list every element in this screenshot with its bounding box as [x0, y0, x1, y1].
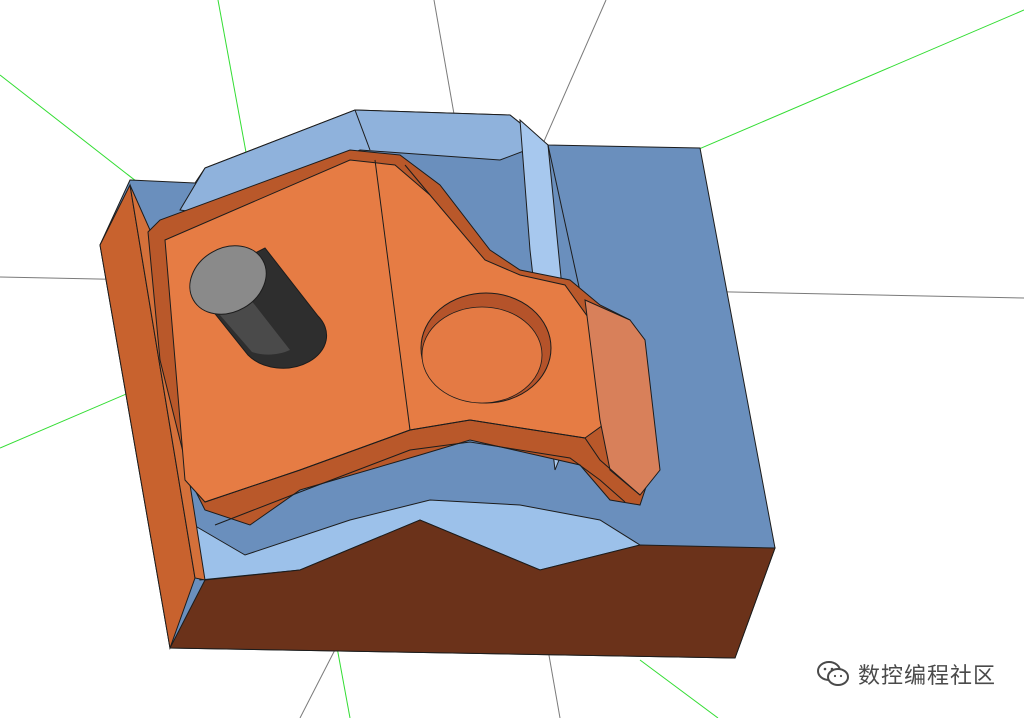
cad-viewport[interactable] [0, 0, 1024, 718]
circular-pocket[interactable] [420, 292, 552, 404]
watermark-text: 数控编程社区 [857, 664, 996, 689]
watermark: 数控编程社区 [816, 658, 996, 690]
wechat-icon [816, 661, 849, 686]
